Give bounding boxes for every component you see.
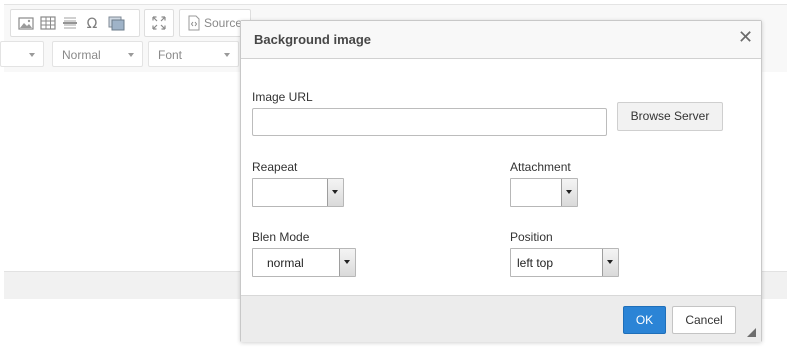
dialog-footer: OK Cancel xyxy=(241,295,761,342)
position-select[interactable]: left top xyxy=(510,248,619,277)
image-icon[interactable] xyxy=(17,14,35,32)
source-label: Source xyxy=(204,16,243,30)
blend-mode-select-value: normal xyxy=(267,256,304,270)
iframe-icon[interactable] xyxy=(107,14,125,32)
dialog-title: Background image xyxy=(254,32,372,47)
chevron-down-icon xyxy=(339,249,355,276)
repeat-label: Reapeat xyxy=(252,160,298,174)
dialog-title-bar[interactable]: Background image ✕ xyxy=(241,21,761,59)
chevron-down-icon xyxy=(224,53,230,57)
special-character-icon[interactable]: Ω xyxy=(83,14,101,32)
chevron-down-icon xyxy=(602,249,618,276)
position-label: Position xyxy=(510,230,553,244)
maximize-icon[interactable] xyxy=(150,14,168,32)
chevron-down-icon xyxy=(128,53,134,57)
background-image-dialog: Background image ✕ Image URL Browse Serv… xyxy=(240,20,762,342)
chevron-down-icon xyxy=(29,53,35,57)
blend-mode-select[interactable]: normal xyxy=(252,248,356,277)
cancel-button[interactable]: Cancel xyxy=(672,306,736,334)
repeat-select[interactable] xyxy=(252,178,344,207)
style-combo[interactable]: Normal xyxy=(52,41,143,67)
image-url-input[interactable] xyxy=(252,108,607,136)
dialog-body: Image URL Browse Server Reapeat Attachme… xyxy=(241,59,761,295)
format-combo[interactable] xyxy=(0,41,44,67)
ok-button[interactable]: OK xyxy=(623,306,666,334)
maximize-toolbar-group xyxy=(144,9,174,37)
font-combo-label: Font xyxy=(158,48,183,62)
style-combo-label: Normal xyxy=(62,48,101,62)
table-icon[interactable] xyxy=(39,14,57,32)
attachment-label: Attachment xyxy=(510,160,571,174)
source-icon xyxy=(185,14,203,32)
chevron-down-icon xyxy=(561,179,577,206)
resize-handle-icon[interactable] xyxy=(747,328,756,337)
browse-server-button[interactable]: Browse Server xyxy=(617,102,723,131)
font-combo[interactable]: Font xyxy=(148,41,239,67)
chevron-down-icon xyxy=(327,179,343,206)
position-select-value: left top xyxy=(517,256,554,270)
svg-text:Ω: Ω xyxy=(87,16,98,32)
close-icon[interactable]: ✕ xyxy=(738,28,753,46)
attachment-select[interactable] xyxy=(510,178,578,207)
insert-toolbar-group: Ω xyxy=(10,9,140,37)
image-url-label: Image URL xyxy=(252,90,313,104)
horizontal-line-icon[interactable] xyxy=(61,14,79,32)
blend-mode-label: Blen Mode xyxy=(252,230,310,244)
